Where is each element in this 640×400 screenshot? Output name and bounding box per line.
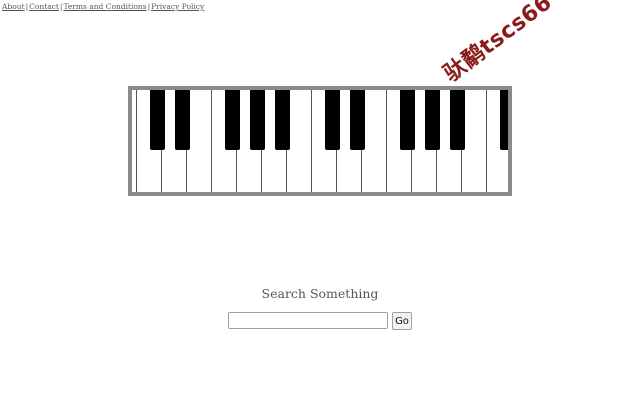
black-key[interactable]	[400, 90, 415, 150]
black-key[interactable]	[275, 90, 290, 150]
search-heading: Search Something	[261, 286, 379, 301]
black-key[interactable]	[175, 90, 190, 150]
nav-separator: |	[147, 2, 151, 11]
watermark-stamp: 驮鹬tscs66	[439, 0, 557, 88]
search-input[interactable]	[228, 312, 388, 329]
go-button[interactable]: Go	[392, 312, 412, 330]
white-key[interactable]	[187, 90, 212, 192]
black-key[interactable]	[500, 90, 508, 150]
black-key[interactable]	[425, 90, 440, 150]
black-key[interactable]	[150, 90, 165, 150]
about-link[interactable]: About	[2, 2, 25, 11]
white-key[interactable]	[287, 90, 312, 192]
white-key[interactable]	[132, 90, 137, 192]
black-key[interactable]	[450, 90, 465, 150]
terms-link[interactable]: Terms and Conditions	[63, 2, 146, 11]
page: About|Contact|Terms and Conditions|Priva…	[0, 0, 640, 400]
top-nav: About|Contact|Terms and Conditions|Priva…	[2, 2, 204, 11]
black-key[interactable]	[350, 90, 365, 150]
black-key[interactable]	[250, 90, 265, 150]
contact-link[interactable]: Contact	[29, 2, 59, 11]
black-key[interactable]	[325, 90, 340, 150]
nav-separator: |	[25, 2, 29, 11]
white-key[interactable]	[362, 90, 387, 192]
privacy-link[interactable]: Privacy Policy	[151, 2, 204, 11]
white-key[interactable]	[462, 90, 487, 192]
piano-keyboard	[128, 86, 512, 196]
black-key[interactable]	[225, 90, 240, 150]
